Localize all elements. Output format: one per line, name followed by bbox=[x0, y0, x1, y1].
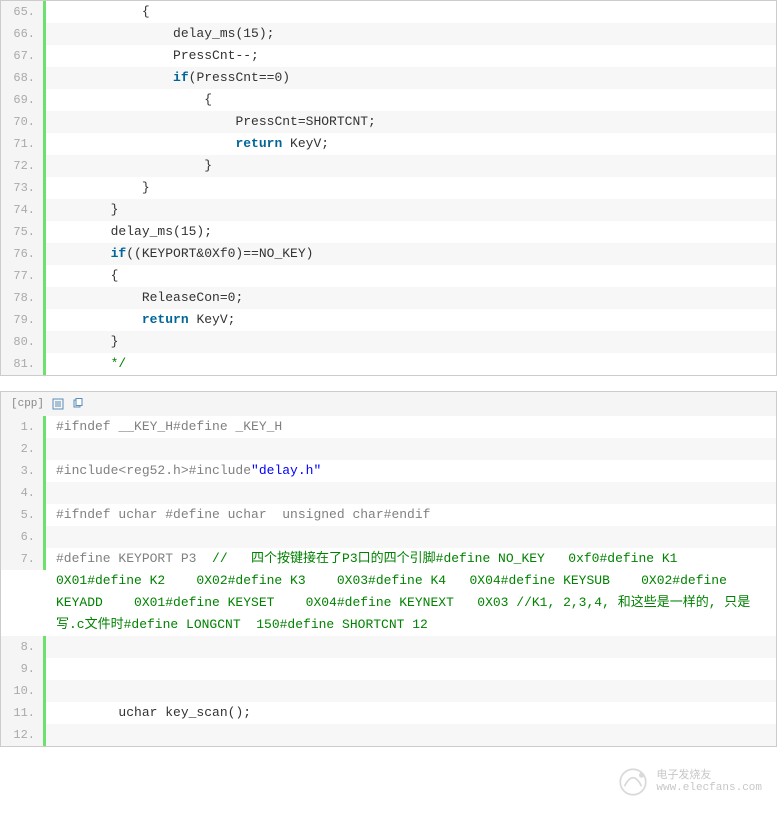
code-line: 8. bbox=[1, 636, 776, 658]
code-line: 81. */ bbox=[1, 353, 776, 375]
code-line: 79. return KeyV; bbox=[1, 309, 776, 331]
view-plain-icon[interactable] bbox=[52, 398, 64, 410]
code-text: return KeyV; bbox=[46, 133, 776, 155]
line-number: 77. bbox=[1, 265, 46, 287]
code-text: #define KEYPORT P3 // 四个按键接在了P3口的四个引脚#de… bbox=[46, 548, 776, 636]
code-text: ReleaseCon=0; bbox=[46, 287, 776, 309]
code-lines-1: 65. { 66. delay_ms(15); 67. PressCnt--; … bbox=[1, 1, 776, 375]
code-line: 1.#ifndef __KEY_H#define _KEY_H bbox=[1, 416, 776, 438]
code-text: } bbox=[46, 331, 776, 353]
code-line: 77. { bbox=[1, 265, 776, 287]
code-line: 6. bbox=[1, 526, 776, 548]
code-line: 78. ReleaseCon=0; bbox=[1, 287, 776, 309]
code-text bbox=[46, 636, 776, 658]
line-number: 3. bbox=[1, 460, 46, 482]
line-number: 79. bbox=[1, 309, 46, 331]
code-text bbox=[46, 482, 776, 504]
code-text: } bbox=[46, 199, 776, 221]
code-line: 75. delay_ms(15); bbox=[1, 221, 776, 243]
code-text bbox=[46, 724, 776, 746]
line-number: 80. bbox=[1, 331, 46, 353]
line-number: 12. bbox=[1, 724, 46, 746]
code-text: { bbox=[46, 265, 776, 287]
code-line: 12. bbox=[1, 724, 776, 746]
line-number: 6. bbox=[1, 526, 46, 548]
line-number: 67. bbox=[1, 45, 46, 67]
watermark-url: www.elecfans.com bbox=[656, 782, 762, 794]
code-line: 3.#include<reg52.h>#include"delay.h" bbox=[1, 460, 776, 482]
code-line: 72. } bbox=[1, 155, 776, 177]
code-line: 5.#ifndef uchar #define uchar unsigned c… bbox=[1, 504, 776, 526]
line-number: 76. bbox=[1, 243, 46, 265]
line-number: 4. bbox=[1, 482, 46, 504]
code-lines-2: 1.#ifndef __KEY_H#define _KEY_H 2. 3.#in… bbox=[1, 416, 776, 746]
code-block-2: [cpp] 1.#ifndef __KEY_H#define _KEY_H 2.… bbox=[0, 391, 777, 747]
code-line: 10. bbox=[1, 680, 776, 702]
code-text: */ bbox=[46, 353, 776, 375]
code-line: 11. uchar key_scan(); bbox=[1, 702, 776, 724]
code-text: } bbox=[46, 155, 776, 177]
code-text: { bbox=[46, 89, 776, 111]
copy-icon[interactable] bbox=[72, 398, 84, 410]
code-line: 4. bbox=[1, 482, 776, 504]
line-number: 8. bbox=[1, 636, 46, 658]
code-line: 70. PressCnt=SHORTCNT; bbox=[1, 111, 776, 133]
line-number: 69. bbox=[1, 89, 46, 111]
code-block-1: 65. { 66. delay_ms(15); 67. PressCnt--; … bbox=[0, 0, 777, 376]
watermark-title: 电子发烧友 bbox=[656, 770, 762, 782]
code-text: PressCnt--; bbox=[46, 45, 776, 67]
line-number: 1. bbox=[1, 416, 46, 438]
code-line: 69. { bbox=[1, 89, 776, 111]
line-number: 9. bbox=[1, 658, 46, 680]
line-number: 70. bbox=[1, 111, 46, 133]
code-line: 80. } bbox=[1, 331, 776, 353]
code-text: PressCnt=SHORTCNT; bbox=[46, 111, 776, 133]
code-line: 74. } bbox=[1, 199, 776, 221]
code-line: 73. } bbox=[1, 177, 776, 199]
code-line: 65. { bbox=[1, 1, 776, 23]
code-text: if(PressCnt==0) bbox=[46, 67, 776, 89]
code-text: if((KEYPORT&0Xf0)==NO_KEY) bbox=[46, 243, 776, 265]
line-number: 65. bbox=[1, 1, 46, 23]
line-number: 7. bbox=[1, 548, 46, 570]
code-text: #ifndef uchar #define uchar unsigned cha… bbox=[46, 504, 776, 526]
code-text: { bbox=[46, 1, 776, 23]
line-number: 78. bbox=[1, 287, 46, 309]
code-text: delay_ms(15); bbox=[46, 221, 776, 243]
line-number: 10. bbox=[1, 680, 46, 702]
line-number: 66. bbox=[1, 23, 46, 45]
code-text bbox=[46, 680, 776, 702]
watermark: 电子发烧友 www.elecfans.com bbox=[616, 765, 762, 799]
code-line: 2. bbox=[1, 438, 776, 460]
code-line: 67. PressCnt--; bbox=[1, 45, 776, 67]
code-text bbox=[46, 658, 776, 680]
logo-icon bbox=[616, 765, 650, 799]
code-text: #include<reg52.h>#include"delay.h" bbox=[46, 460, 776, 482]
line-number: 75. bbox=[1, 221, 46, 243]
line-number: 2. bbox=[1, 438, 46, 460]
line-number: 5. bbox=[1, 504, 46, 526]
code-text bbox=[46, 526, 776, 548]
line-number: 71. bbox=[1, 133, 46, 155]
code-header: [cpp] bbox=[1, 392, 776, 416]
code-text bbox=[46, 438, 776, 460]
code-line: 68. if(PressCnt==0) bbox=[1, 67, 776, 89]
code-text: delay_ms(15); bbox=[46, 23, 776, 45]
line-number: 81. bbox=[1, 353, 46, 375]
line-number: 72. bbox=[1, 155, 46, 177]
line-number: 74. bbox=[1, 199, 46, 221]
code-line: 71. return KeyV; bbox=[1, 133, 776, 155]
code-text: } bbox=[46, 177, 776, 199]
line-number: 68. bbox=[1, 67, 46, 89]
code-line: 76. if((KEYPORT&0Xf0)==NO_KEY) bbox=[1, 243, 776, 265]
code-text: return KeyV; bbox=[46, 309, 776, 331]
line-number: 11. bbox=[1, 702, 46, 724]
code-line: 9. bbox=[1, 658, 776, 680]
code-line: 7.#define KEYPORT P3 // 四个按键接在了P3口的四个引脚#… bbox=[1, 548, 776, 636]
line-number: 73. bbox=[1, 177, 46, 199]
code-line: 66. delay_ms(15); bbox=[1, 23, 776, 45]
code-text: #ifndef __KEY_H#define _KEY_H bbox=[46, 416, 776, 438]
lang-label: [cpp] bbox=[11, 398, 44, 410]
code-text: uchar key_scan(); bbox=[46, 702, 776, 724]
